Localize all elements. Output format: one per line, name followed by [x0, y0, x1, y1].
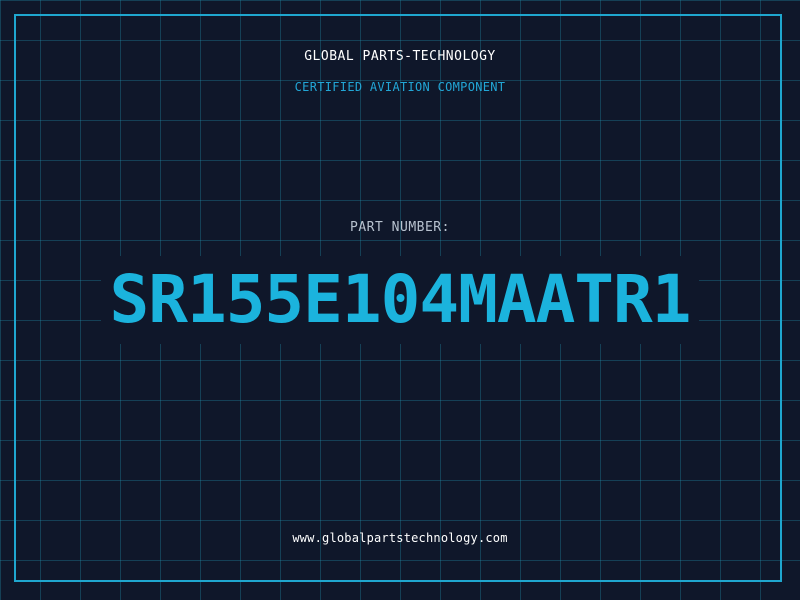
brand-title: GLOBAL PARTS-TECHNOLOGY — [304, 49, 496, 64]
brand-subtitle: CERTIFIED AVIATION COMPONENT — [294, 80, 506, 94]
website-url: www.globalpartstechnology.com — [292, 531, 508, 545]
part-number-container: SR155E104MAATR1 — [0, 256, 800, 344]
part-number-label: PART NUMBER: — [350, 220, 450, 235]
grid-background: GLOBAL PARTS-TECHNOLOGY CERTIFIED AVIATI… — [0, 0, 800, 600]
part-number-value: SR155E104MAATR1 — [101, 256, 699, 344]
